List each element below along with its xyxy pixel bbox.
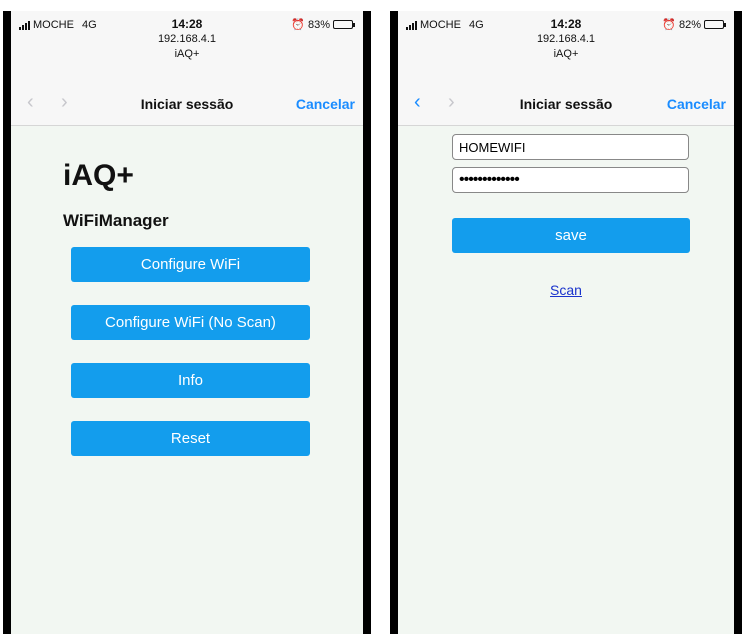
page-url: 192.168.4.1 <box>157 33 217 45</box>
cancel-button[interactable]: Cancelar <box>667 96 726 112</box>
page-subtitle: WiFiManager <box>63 211 169 230</box>
battery-info: ⏰ 82% <box>662 18 726 31</box>
reset-button[interactable]: Reset <box>71 421 310 456</box>
battery-percent: 83% <box>307 18 330 31</box>
screen-wifi-config: MOCHE 4G 14:28 192.168.4.1 iAQ+ ⏰ 82% ‹ … <box>398 11 734 634</box>
save-button[interactable]: save <box>452 218 690 253</box>
phone-frame-right: MOCHE 4G 14:28 192.168.4.1 iAQ+ ⏰ 82% ‹ … <box>390 11 742 634</box>
page-title: iAQ+ <box>63 159 134 192</box>
page-url: 192.168.4.1 <box>536 33 596 45</box>
password-field[interactable]: ••••••••••••• <box>452 167 689 193</box>
battery-info: ⏰ 83% <box>291 18 355 31</box>
battery-percent: 82% <box>678 18 701 31</box>
configure-wifi-no-scan-button[interactable]: Configure WiFi (No Scan) <box>71 305 310 340</box>
browser-nav-bar: ‹ › Iniciar sessão Cancelar <box>11 83 363 126</box>
battery-icon <box>704 20 726 29</box>
page-site-title: iAQ+ <box>174 48 200 60</box>
alarm-icon: ⏰ <box>291 19 305 31</box>
browser-nav-bar: ‹ › Iniciar sessão Cancelar <box>398 83 734 126</box>
status-bar: MOCHE 4G 14:28 192.168.4.1 iAQ+ ⏰ 83% <box>11 11 363 83</box>
screen-wifimanager-menu: MOCHE 4G 14:28 192.168.4.1 iAQ+ ⏰ 83% ‹ … <box>11 11 363 634</box>
page-site-title: iAQ+ <box>553 48 579 60</box>
alarm-icon: ⏰ <box>662 19 676 31</box>
status-bar: MOCHE 4G 14:28 192.168.4.1 iAQ+ ⏰ 82% <box>398 11 734 83</box>
info-button[interactable]: Info <box>71 363 310 398</box>
phone-frame-left: MOCHE 4G 14:28 192.168.4.1 iAQ+ ⏰ 83% ‹ … <box>3 11 371 634</box>
battery-icon <box>333 20 355 29</box>
cancel-button[interactable]: Cancelar <box>296 96 355 112</box>
configure-wifi-button[interactable]: Configure WiFi <box>71 247 310 282</box>
ssid-field[interactable]: HOMEWIFI <box>452 134 689 160</box>
scan-link[interactable]: Scan <box>398 282 734 298</box>
